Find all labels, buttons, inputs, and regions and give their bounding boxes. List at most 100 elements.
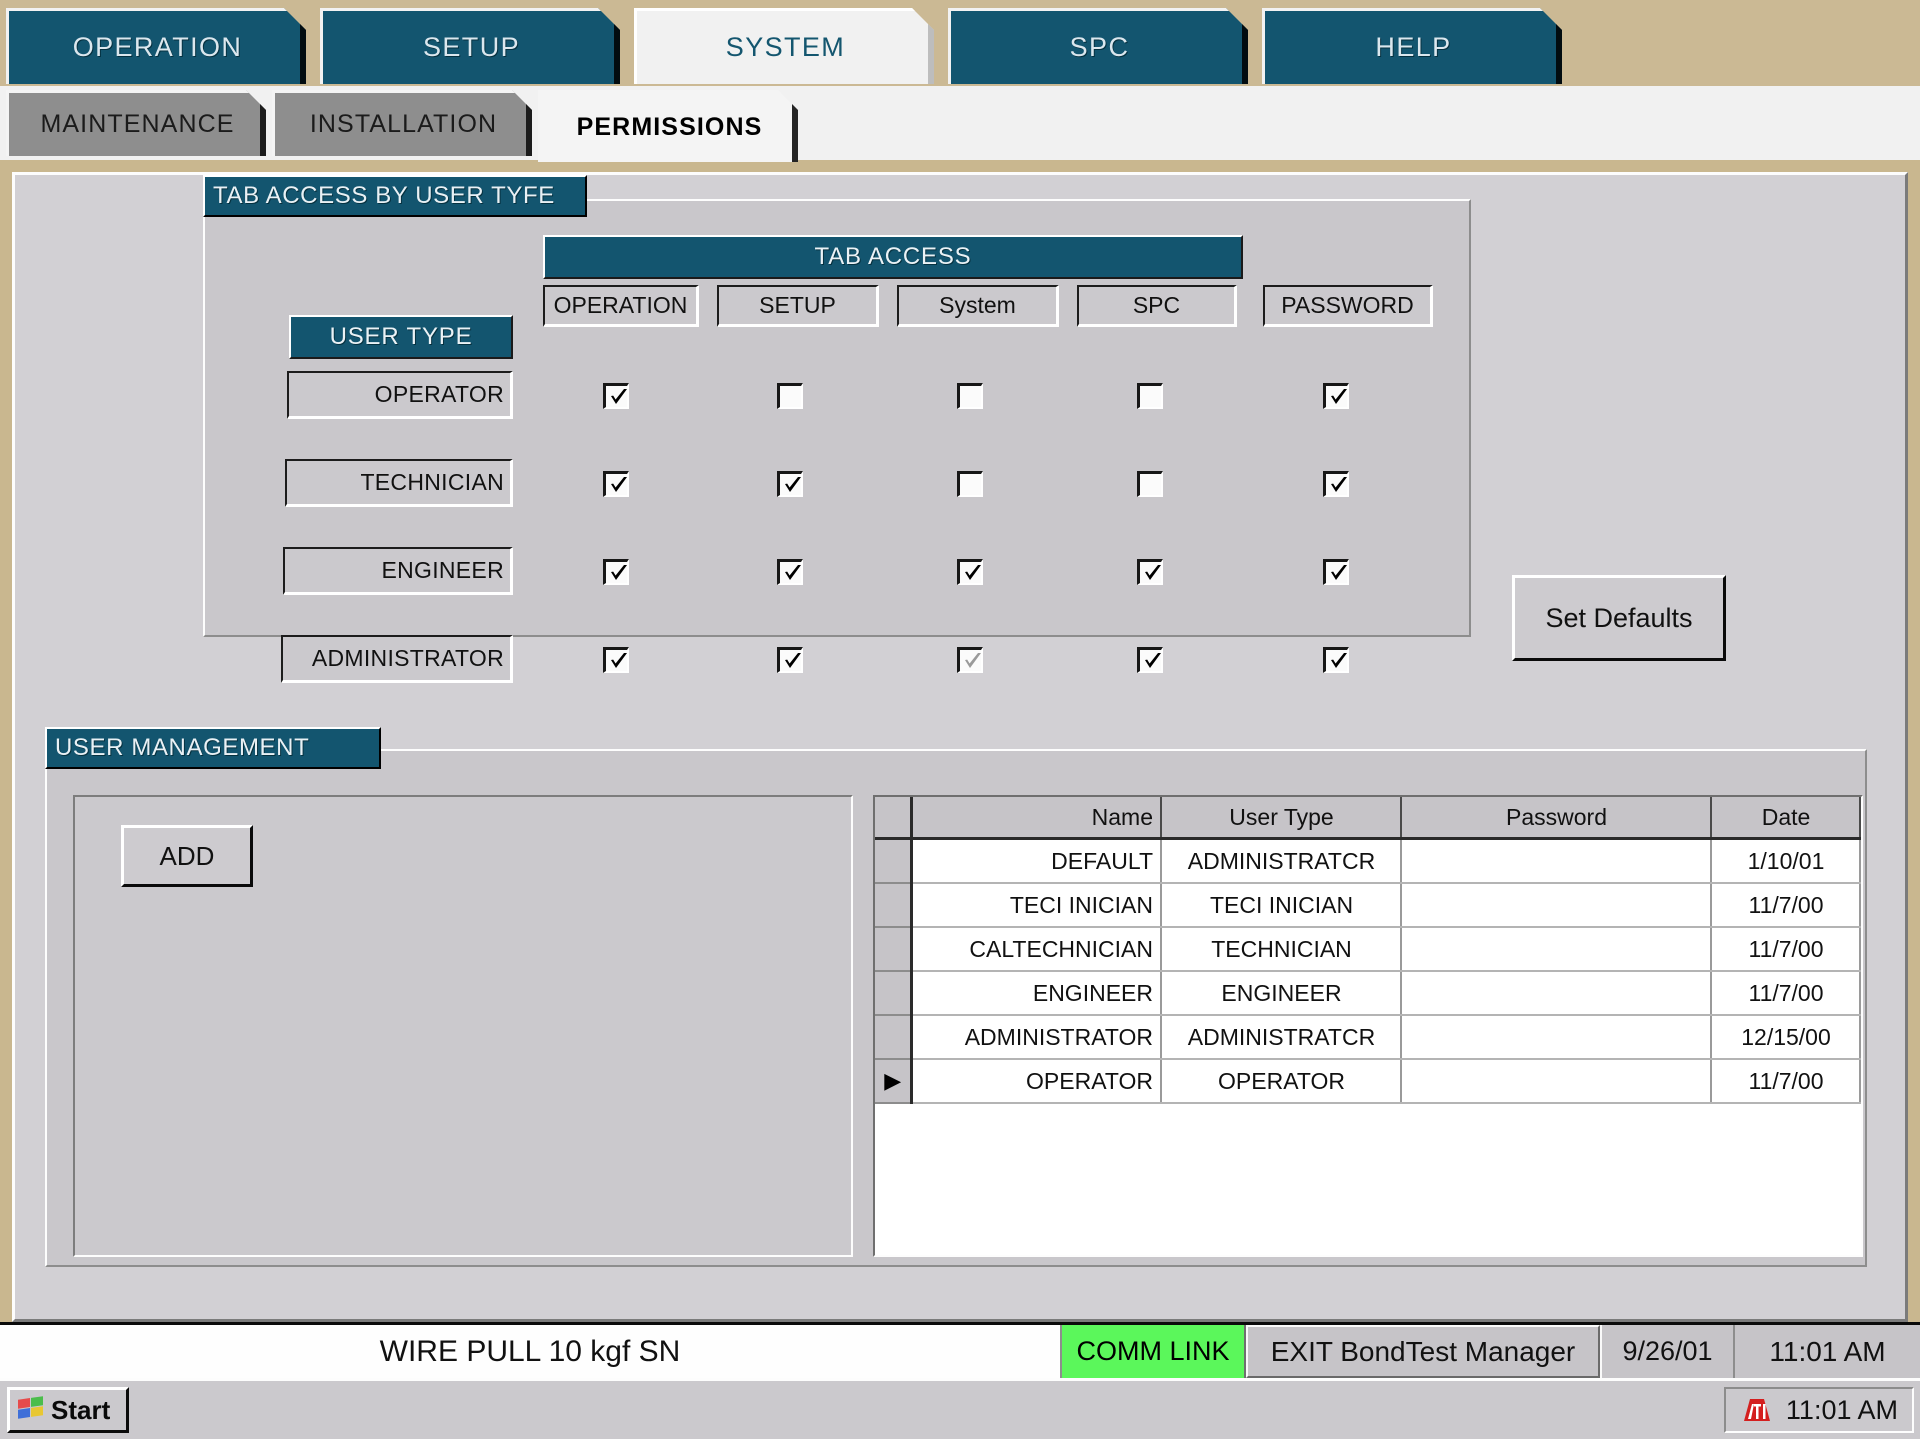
sub-tab-label: INSTALLATION xyxy=(309,110,498,138)
checkbox-engineer-spc[interactable] xyxy=(1137,559,1163,585)
checkbox-technician-setup[interactable] xyxy=(777,471,803,497)
column-header-spc[interactable]: SPC xyxy=(1077,285,1237,327)
check-icon xyxy=(611,653,627,668)
sub-tab-label: PERMISSIONS xyxy=(576,113,763,141)
checkbox-administrator-setup[interactable] xyxy=(777,647,803,673)
main-tab-label: SPC xyxy=(1069,32,1130,62)
set-defaults-button[interactable]: Set Defaults xyxy=(1512,575,1726,661)
tab-edge-shadow xyxy=(1242,11,1248,84)
user-grid-row[interactable]: ADMINISTRATOR ADMINISTRATCR 12/15/00 xyxy=(875,1015,1861,1060)
add-user-button-label: ADD xyxy=(159,840,215,871)
column-header-operation[interactable]: OPERATION xyxy=(543,285,699,327)
sub-tab-strip: MAINTENANCE INSTALLATION PERMISSIONS xyxy=(0,86,1920,160)
set-defaults-button-label: Set Defaults xyxy=(1545,602,1693,633)
checkbox-engineer-password[interactable] xyxy=(1323,559,1349,585)
checkbox-technician-system[interactable] xyxy=(957,471,983,497)
user-grid[interactable]: Name User Type Password Date DEFAULT ADMI… xyxy=(873,795,1863,1257)
user-grid-header-date[interactable]: Date xyxy=(1711,797,1861,840)
add-user-button[interactable]: ADD xyxy=(121,825,253,887)
checkbox-technician-password[interactable] xyxy=(1323,471,1349,497)
main-tab-setup[interactable]: SETUP xyxy=(320,8,620,84)
column-header-setup[interactable]: SETUP xyxy=(717,285,879,327)
user-grid-cell-password xyxy=(1401,1059,1712,1104)
checkbox-operator-spc[interactable] xyxy=(1137,383,1163,409)
check-icon xyxy=(611,565,627,580)
user-grid-header-password[interactable]: Password xyxy=(1401,797,1712,840)
column-header-password-label: PASSWORD xyxy=(1281,292,1414,318)
check-icon xyxy=(1331,477,1347,492)
main-tab-strip: OPERATION SETUP SYSTEM SPC HELP xyxy=(0,0,1920,86)
checkbox-administrator-system[interactable] xyxy=(957,647,983,673)
tab-access-header-text: TAB ACCESS xyxy=(814,243,972,270)
main-tab-operation[interactable]: OPERATION xyxy=(6,8,306,84)
check-icon xyxy=(611,389,627,404)
user-grid-cell-date: 11/7/00 xyxy=(1711,883,1861,928)
row-label-operator[interactable]: OPERATOR xyxy=(287,371,513,419)
check-icon xyxy=(1331,653,1347,668)
user-grid-row-selector[interactable] xyxy=(875,883,913,928)
checkbox-operator-password[interactable] xyxy=(1323,383,1349,409)
row-label-administrator[interactable]: ADMINISTRATOR xyxy=(281,635,513,683)
sub-tab-label: MAINTENANCE xyxy=(40,110,235,138)
user-grid-header-user-type[interactable]: User Type xyxy=(1161,797,1402,840)
tab-edge-shadow xyxy=(300,11,306,84)
user-grid-row-selector[interactable]: ▶ xyxy=(875,1059,913,1104)
checkbox-technician-spc[interactable] xyxy=(1137,471,1163,497)
check-icon xyxy=(965,565,981,580)
checkbox-administrator-operation[interactable] xyxy=(603,647,629,673)
checkbox-administrator-password[interactable] xyxy=(1323,647,1349,673)
checkbox-operator-setup[interactable] xyxy=(777,383,803,409)
user-grid-row-selector[interactable] xyxy=(875,1015,913,1060)
user-management-group-title-text: USER MANAGEMENT xyxy=(55,734,310,761)
row-label-technician[interactable]: TECHNICIAN xyxy=(285,459,513,507)
checkbox-technician-operation[interactable] xyxy=(603,471,629,497)
sub-tab-maintenance[interactable]: MAINTENANCE xyxy=(6,90,266,156)
user-grid-row[interactable]: CALTECHNICIAN TECHNICIAN 11/7/00 xyxy=(875,927,1861,972)
user-grid-cell-name: DEFAULT xyxy=(911,838,1162,884)
column-header-password[interactable]: PASSWORD xyxy=(1263,285,1433,327)
start-button-label: Start xyxy=(51,1394,111,1425)
column-header-spc-label: SPC xyxy=(1132,292,1181,318)
status-time: 11:01 AM xyxy=(1735,1325,1920,1378)
user-grid-body: DEFAULT ADMINISTRATCR 1/10/01 TECI INICIAN T… xyxy=(875,838,1861,1104)
user-grid-cell-date: 11/7/00 xyxy=(1711,971,1861,1016)
check-icon xyxy=(785,653,801,668)
sub-tab-installation[interactable]: INSTALLATION xyxy=(272,90,532,156)
check-icon xyxy=(1145,653,1161,668)
user-grid-row[interactable]: DEFAULT ADMINISTRATCR 1/10/01 xyxy=(875,838,1861,884)
user-grid-row[interactable]: ▶ OPERATOR OPERATOR 11/7/00 xyxy=(875,1059,1861,1104)
checkbox-operator-system[interactable] xyxy=(957,383,983,409)
user-grid-row-selector[interactable] xyxy=(875,838,913,884)
user-grid-cell-name: ENGINEER xyxy=(911,971,1162,1016)
start-button[interactable]: Start xyxy=(7,1387,129,1433)
user-grid-cell-user-type: ENGINEER xyxy=(1161,971,1402,1016)
main-tab-help[interactable]: HELP xyxy=(1262,8,1562,84)
user-grid-cell-user-type: TECI INICIAN xyxy=(1161,883,1402,928)
user-grid-cell-date: 1/10/01 xyxy=(1711,838,1861,884)
main-tab-spc[interactable]: SPC xyxy=(948,8,1248,84)
checkbox-operator-operation[interactable] xyxy=(603,383,629,409)
main-tab-label: SYSTEM xyxy=(725,32,846,62)
user-grid-cell-name: TECI INICIAN xyxy=(911,883,1162,928)
user-grid-cell-password xyxy=(1401,838,1712,884)
ati-logo-icon[interactable] xyxy=(1740,1395,1774,1425)
row-label-engineer[interactable]: ENGINEER xyxy=(283,547,513,595)
user-grid-cell-password xyxy=(1401,971,1712,1016)
sub-tab-permissions[interactable]: PERMISSIONS xyxy=(538,90,798,162)
status-bar: WIRE PULL 10 kgf SN COMM LINK EXIT BondT… xyxy=(0,1322,1920,1378)
checkbox-administrator-spc[interactable] xyxy=(1137,647,1163,673)
column-header-system[interactable]: System xyxy=(897,285,1059,327)
main-tab-system[interactable]: SYSTEM xyxy=(634,8,934,84)
exit-bondtest-manager-button[interactable]: EXIT BondTest Manager xyxy=(1246,1325,1600,1378)
user-grid-row-selector[interactable] xyxy=(875,971,913,1016)
tab-edge-shadow xyxy=(1556,11,1562,84)
user-grid-row-selector[interactable] xyxy=(875,927,913,972)
checkbox-engineer-operation[interactable] xyxy=(603,559,629,585)
checkbox-engineer-system[interactable] xyxy=(957,559,983,585)
user-grid-header-name[interactable]: Name xyxy=(911,797,1162,840)
user-grid-row[interactable]: TECI INICIAN TECI INICIAN 11/7/00 xyxy=(875,883,1861,928)
tab-edge-shadow xyxy=(792,93,798,162)
user-grid-row[interactable]: ENGINEER ENGINEER 11/7/00 xyxy=(875,971,1861,1016)
user-type-header-bar: USER TYPE xyxy=(289,315,513,359)
checkbox-engineer-setup[interactable] xyxy=(777,559,803,585)
